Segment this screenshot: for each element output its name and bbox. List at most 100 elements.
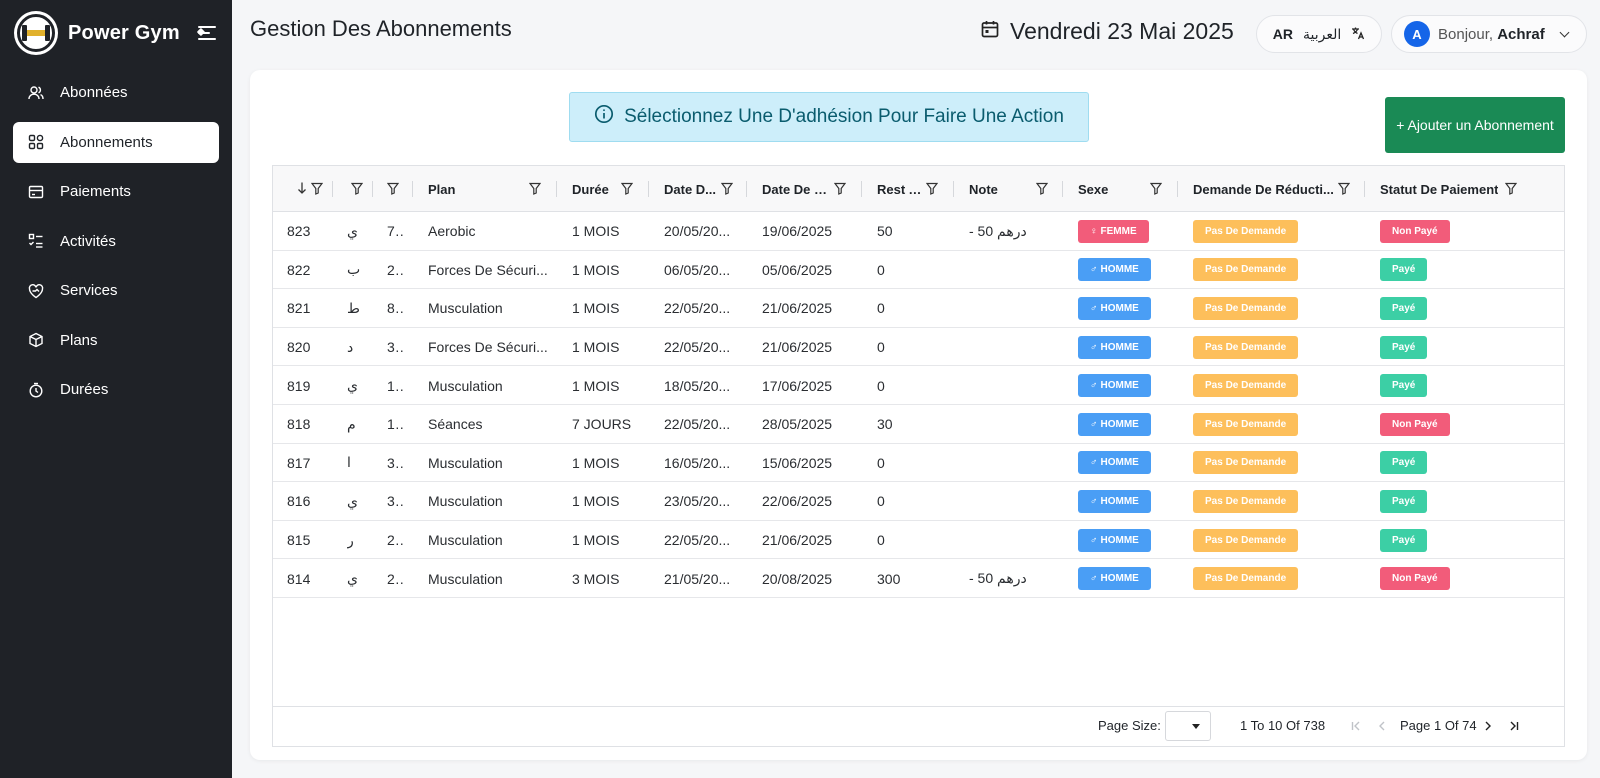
cell-statut: Non Payé	[1365, 405, 1564, 444]
table-row[interactable]: 815 ر 2... Musculation 1 MOIS 22/05/20... 21/0…	[273, 521, 1564, 560]
filter-icon[interactable]	[1149, 182, 1163, 195]
sidebar-item-activites[interactable]: Activités	[13, 221, 219, 262]
table-row[interactable]: 820 د 3... Forces De Sécuri... 1 MOIS 22/05/2…	[273, 328, 1564, 367]
users-icon	[28, 85, 44, 101]
language-switch-button[interactable]: AR العربية	[1256, 15, 1382, 53]
column-header-note[interactable]: Note	[954, 166, 1063, 212]
cell-date-fin: 22/06/2025	[747, 482, 862, 521]
table-row[interactable]: 818 م 1... Séances 7 JOURS 22/05/20... 28/05/2…	[273, 405, 1564, 444]
column-label: Sexe	[1078, 181, 1109, 197]
page-size-select[interactable]	[1165, 711, 1211, 741]
cell-note	[954, 444, 1063, 483]
cell-plan: Musculation	[413, 482, 557, 521]
payment-status-badge: Non Payé	[1380, 412, 1450, 436]
table-row[interactable]: 817 ا 3... Musculation 1 MOIS 16/05/20... 15/0…	[273, 444, 1564, 483]
cell-date-fin: 21/06/2025	[747, 521, 862, 560]
filter-icon[interactable]	[833, 182, 847, 195]
filter-icon[interactable]	[720, 182, 734, 195]
sidebar-item-plans[interactable]: Plans	[13, 320, 219, 361]
cell-text: 22/06/2025	[762, 493, 833, 510]
filter-icon[interactable]	[350, 182, 364, 195]
cell-text: 814	[287, 570, 311, 587]
column-header-reste[interactable]: Rest A...	[862, 166, 954, 212]
column-label: Date De Fin	[762, 181, 832, 197]
cell-demande: Pas De Demande	[1178, 289, 1365, 328]
male-icon: ♂	[1090, 341, 1098, 353]
male-icon: ♂	[1090, 380, 1098, 392]
cell-text: 20/08/2025	[762, 570, 833, 587]
column-header-duree[interactable]: Durée	[557, 166, 649, 212]
cell-text: Musculation	[428, 377, 503, 394]
sidebar-item-abonnements[interactable]: Abonnements	[13, 121, 219, 163]
cell-phone: 3...	[373, 482, 413, 521]
table-row[interactable]: 821 ط 8... Musculation 1 MOIS 22/05/20... 21/0…	[273, 289, 1564, 328]
discount-request-badge: Pas De Demande	[1193, 451, 1299, 475]
table-row[interactable]: 822 ب 2... Forces De Sécuri... 1 MOIS 06/05/2…	[273, 251, 1564, 290]
sort-desc-icon[interactable]	[297, 181, 307, 195]
column-header-sexe[interactable]: Sexe	[1063, 166, 1178, 212]
cell-text: 3 MOIS	[572, 570, 620, 587]
cell-text: Musculation	[428, 493, 503, 510]
column-label: Plan	[428, 181, 456, 197]
column-header-plan[interactable]: Plan	[413, 166, 557, 212]
table-row[interactable]: 819 ي 1... Musculation 1 MOIS 18/05/20... 17/0…	[273, 366, 1564, 405]
cell-text: - 50 درهم	[969, 222, 1027, 239]
cell-note	[954, 405, 1063, 444]
filter-icon[interactable]	[620, 182, 634, 195]
column-header-date-debut[interactable]: Date D...	[649, 166, 747, 212]
first-page-icon[interactable]	[1347, 715, 1365, 737]
discount-request-badge: Pas De Demande	[1193, 258, 1299, 282]
cell-text: 2...	[387, 261, 405, 278]
next-page-icon[interactable]	[1479, 715, 1497, 737]
filter-icon[interactable]	[1035, 182, 1049, 195]
column-header-statut[interactable]: Statut De Paiement	[1365, 166, 1564, 212]
cell-text: 30	[877, 416, 893, 433]
logo	[14, 11, 58, 55]
brand: Power Gym	[0, 0, 232, 66]
cell-text: 816	[287, 493, 311, 510]
sidebar-item-label: Services	[60, 282, 118, 299]
collapse-sidebar-icon[interactable]	[196, 24, 220, 42]
column-header-id[interactable]	[273, 166, 333, 212]
last-page-icon[interactable]	[1505, 715, 1523, 737]
filter-icon[interactable]	[1504, 182, 1518, 195]
filter-icon[interactable]	[925, 182, 939, 195]
cell-text: 1 MOIS	[572, 300, 620, 317]
filter-icon[interactable]	[528, 182, 542, 195]
gender-badge: ♂ HOMME	[1078, 374, 1151, 398]
user-menu-button[interactable]: A Bonjour, Achraf	[1391, 15, 1587, 53]
table-row[interactable]: 816 ي 3... Musculation 1 MOIS 23/05/20... 22/0…	[273, 482, 1564, 521]
filter-icon[interactable]	[386, 182, 400, 195]
cell-text: 21/06/2025	[762, 339, 833, 356]
cell-date-fin: 19/06/2025	[747, 212, 862, 251]
cell-text: ر	[347, 531, 354, 548]
sidebar-item-paiements[interactable]: Paiements	[13, 171, 219, 212]
payment-status-badge: Non Payé	[1380, 219, 1450, 243]
cell-note	[954, 289, 1063, 328]
filter-icon[interactable]	[1337, 182, 1351, 195]
table-row[interactable]: 814 ي 2... Musculation 3 MOIS 21/05/20... 20/0…	[273, 559, 1564, 598]
sidebar-item-abonnees[interactable]: Abonnées	[13, 72, 219, 113]
prev-page-icon[interactable]	[1373, 715, 1391, 737]
pagination-bar: Page Size: 1 To 10 Of 738 Page 1 Of 74	[273, 706, 1564, 746]
chevron-down-icon	[1559, 27, 1570, 37]
cell-text: 7...	[387, 223, 405, 240]
cell-text: Musculation	[428, 300, 503, 317]
sidebar-item-durees[interactable]: Durées	[13, 369, 219, 410]
column-header-demande[interactable]: Demande De Réducti...	[1178, 166, 1365, 212]
column-header-name[interactable]	[333, 166, 373, 212]
filter-icon[interactable]	[310, 182, 324, 195]
cell-demande: Pas De Demande	[1178, 366, 1365, 405]
cell-phone: 3...	[373, 444, 413, 483]
column-header-date-fin[interactable]: Date De Fin	[747, 166, 862, 212]
column-header-phone[interactable]	[373, 166, 413, 212]
sidebar-item-services[interactable]: Services	[13, 270, 219, 311]
gender-badge: ♂ HOMME	[1078, 258, 1151, 282]
cell-statut: Payé	[1365, 328, 1564, 367]
add-subscription-button[interactable]: + Ajouter un Abonnement	[1385, 97, 1565, 153]
cell-statut: Payé	[1365, 482, 1564, 521]
cell-text: Aerobic	[428, 223, 476, 240]
table-row[interactable]: 823 ي 7... Aerobic 1 MOIS 20/05/20... 19/06/20…	[273, 212, 1564, 251]
cell-sexe: ♂ HOMME	[1063, 289, 1178, 328]
cell-duree: 1 MOIS	[557, 482, 649, 521]
